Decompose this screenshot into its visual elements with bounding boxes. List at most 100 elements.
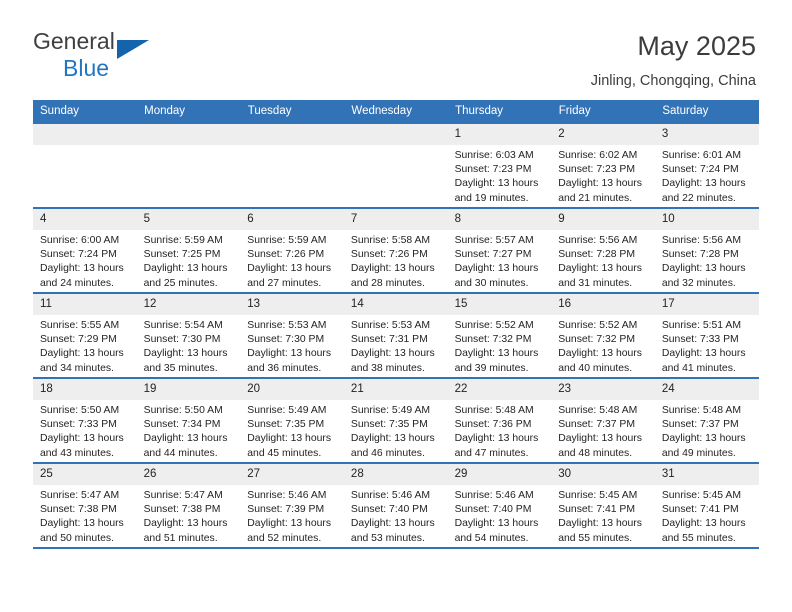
daylight-text-line1: Daylight: 13 hours: [454, 178, 539, 190]
sunrise-text: Sunrise: 5:57 AM: [454, 235, 534, 246]
day-sun-info: Sunrise: 5:49 AM Sunset: 7:35 PM Daylight:…: [344, 400, 448, 461]
sunset-text: Sunset: 7:32 PM: [558, 334, 636, 346]
day-number: 2: [551, 124, 655, 145]
day-number: 14: [343, 294, 448, 315]
calendar-day-cell: 22 Sunrise: 5:48 AM Sunset: 7:36 PM Dayligh…: [447, 377, 552, 463]
day-number: 10: [654, 209, 759, 230]
calendar-cell-empty: [240, 122, 344, 208]
day-number: 9: [551, 209, 655, 230]
sunset-text: Sunset: 7:32 PM: [454, 334, 532, 346]
sunrise-text: Sunrise: 5:54 AM: [143, 320, 223, 331]
sunrise-text: Sunrise: 5:58 AM: [350, 235, 431, 246]
day-sun-info: Sunrise: 6:01 AM Sunset: 7:24 PM Daylight:…: [655, 145, 759, 206]
sunrise-text: Sunrise: 5:48 AM: [558, 405, 638, 416]
daylight-text-line1: Daylight: 13 hours: [247, 518, 332, 530]
sunrise-text: Sunrise: 5:47 AM: [40, 490, 120, 501]
daylight-text-line2: and 50 minutes.: [40, 532, 114, 544]
logo-triangle-icon: [117, 40, 149, 59]
day-sun-info: Sunrise: 5:52 AM Sunset: 7:32 PM Daylight:…: [551, 315, 655, 376]
weekday-header-saturday: Saturday: [654, 100, 759, 123]
day-sun-info: Sunrise: 5:51 AM Sunset: 7:33 PM Daylight:…: [655, 315, 759, 376]
sunset-text: Sunset: 7:38 PM: [143, 504, 221, 516]
sunset-text: Sunset: 7:30 PM: [247, 334, 325, 346]
calendar-day-cell: 27 Sunrise: 5:46 AM Sunset: 7:39 PM Dayligh…: [240, 462, 344, 547]
day-number: 22: [447, 379, 552, 400]
daylight-text-line1: Daylight: 13 hours: [558, 348, 642, 360]
day-sun-info: Sunrise: 5:50 AM Sunset: 7:33 PM Daylight:…: [33, 400, 137, 461]
day-sun-info: Sunrise: 6:00 AM Sunset: 7:24 PM Daylight:…: [33, 230, 137, 291]
day-sun-info: Sunrise: 5:59 AM Sunset: 7:26 PM Daylight:…: [240, 230, 344, 291]
sunset-text: Sunset: 7:28 PM: [661, 249, 739, 261]
sunrise-text: Sunrise: 5:51 AM: [661, 320, 741, 331]
daylight-text-line2: and 28 minutes.: [350, 277, 425, 289]
day-sun-info: Sunrise: 5:46 AM Sunset: 7:39 PM Daylight:…: [240, 485, 344, 546]
day-number: 25: [33, 464, 137, 485]
sunset-text: Sunset: 7:41 PM: [558, 504, 636, 516]
sunrise-text: Sunrise: 6:01 AM: [661, 150, 741, 161]
day-number: 27: [240, 464, 344, 485]
sunrise-text: Sunrise: 5:59 AM: [247, 235, 327, 246]
daylight-text-line1: Daylight: 13 hours: [558, 178, 642, 190]
daylight-text-line1: Daylight: 13 hours: [661, 263, 746, 275]
sunset-text: Sunset: 7:37 PM: [558, 419, 636, 431]
sunset-text: Sunset: 7:37 PM: [661, 419, 739, 431]
weekday-header-row: Sunday Monday Tuesday Wednesday Thursday…: [33, 100, 759, 123]
daylight-text-line2: and 44 minutes.: [143, 447, 218, 459]
sunrise-text: Sunrise: 5:55 AM: [40, 320, 120, 331]
sunrise-text: Sunrise: 5:46 AM: [350, 490, 431, 501]
day-sun-info: Sunrise: 5:45 AM Sunset: 7:41 PM Daylight:…: [551, 485, 655, 546]
daylight-text-line2: and 31 minutes.: [558, 277, 633, 289]
calendar-day-cell: 10 Sunrise: 5:56 AM Sunset: 7:28 PM Dayligh…: [654, 207, 759, 293]
daylight-text-line1: Daylight: 13 hours: [661, 348, 746, 360]
general-blue-logo[interactable]: General Blue: [33, 30, 153, 86]
day-sun-info: Sunrise: 5:48 AM Sunset: 7:37 PM Daylight:…: [655, 400, 759, 461]
calendar-day-cell: 12 Sunrise: 5:54 AM Sunset: 7:30 PM Dayligh…: [136, 292, 241, 378]
calendar-day-cell: 9 Sunrise: 5:56 AM Sunset: 7:28 PM Daylight…: [551, 207, 655, 293]
day-sun-info: Sunrise: 5:56 AM Sunset: 7:28 PM Daylight:…: [551, 230, 655, 291]
weekday-header-monday: Monday: [136, 100, 241, 123]
day-number: 30: [551, 464, 655, 485]
calendar-day-cell: 1 Sunrise: 6:03 AM Sunset: 7:23 PM Daylight…: [447, 122, 552, 208]
sunset-text: Sunset: 7:27 PM: [454, 249, 532, 261]
daylight-text-line2: and 40 minutes.: [558, 362, 633, 374]
sunset-text: Sunset: 7:33 PM: [661, 334, 739, 346]
weekday-header-tuesday: Tuesday: [240, 100, 345, 123]
day-number: 15: [447, 294, 552, 315]
daylight-text-line2: and 53 minutes.: [350, 532, 425, 544]
sunset-text: Sunset: 7:23 PM: [558, 164, 636, 176]
day-number: 21: [343, 379, 448, 400]
calendar-day-cell: 6 Sunrise: 5:59 AM Sunset: 7:26 PM Daylight…: [240, 207, 344, 293]
day-number: 31: [654, 464, 759, 485]
day-sun-info: Sunrise: 5:53 AM Sunset: 7:31 PM Daylight:…: [344, 315, 448, 376]
daylight-text-line2: and 39 minutes.: [454, 362, 529, 374]
sunrise-text: Sunrise: 5:52 AM: [454, 320, 534, 331]
calendar-day-cell: 29 Sunrise: 5:46 AM Sunset: 7:40 PM Dayligh…: [447, 462, 552, 547]
daylight-text-line2: and 54 minutes.: [454, 532, 529, 544]
daylight-text-line1: Daylight: 13 hours: [454, 348, 539, 360]
sunset-text: Sunset: 7:28 PM: [558, 249, 636, 261]
day-sun-info: Sunrise: 5:49 AM Sunset: 7:35 PM Daylight:…: [240, 400, 344, 461]
sunrise-text: Sunrise: 5:45 AM: [661, 490, 741, 501]
sunset-text: Sunset: 7:40 PM: [350, 504, 428, 516]
calendar-cell-empty: [136, 122, 241, 208]
sunset-text: Sunset: 7:33 PM: [40, 419, 117, 431]
sunrise-text: Sunrise: 5:53 AM: [247, 320, 327, 331]
sunset-text: Sunset: 7:34 PM: [143, 419, 221, 431]
sunrise-text: Sunrise: 5:46 AM: [454, 490, 534, 501]
calendar-day-cell: 7 Sunrise: 5:58 AM Sunset: 7:26 PM Daylight…: [343, 207, 448, 293]
title-block: May 2025 Jinling, Chongqing, China: [591, 30, 756, 88]
sunrise-text: Sunrise: 5:52 AM: [558, 320, 638, 331]
day-number: 5: [136, 209, 241, 230]
calendar-day-cell: 23 Sunrise: 5:48 AM Sunset: 7:37 PM Dayligh…: [551, 377, 655, 463]
daylight-text-line2: and 19 minutes.: [454, 192, 529, 204]
day-number: [33, 124, 137, 145]
sunset-text: Sunset: 7:25 PM: [143, 249, 221, 261]
sunrise-text: Sunrise: 5:45 AM: [558, 490, 638, 501]
day-number: 12: [136, 294, 241, 315]
sunset-text: Sunset: 7:40 PM: [454, 504, 532, 516]
daylight-text-line2: and 21 minutes.: [558, 192, 633, 204]
calendar-day-cell: 5 Sunrise: 5:59 AM Sunset: 7:25 PM Daylight…: [136, 207, 241, 293]
day-number: 8: [447, 209, 552, 230]
day-number: 24: [654, 379, 759, 400]
calendar-week-row: 18 Sunrise: 5:50 AM Sunset: 7:33 PM Dayligh…: [33, 377, 759, 463]
